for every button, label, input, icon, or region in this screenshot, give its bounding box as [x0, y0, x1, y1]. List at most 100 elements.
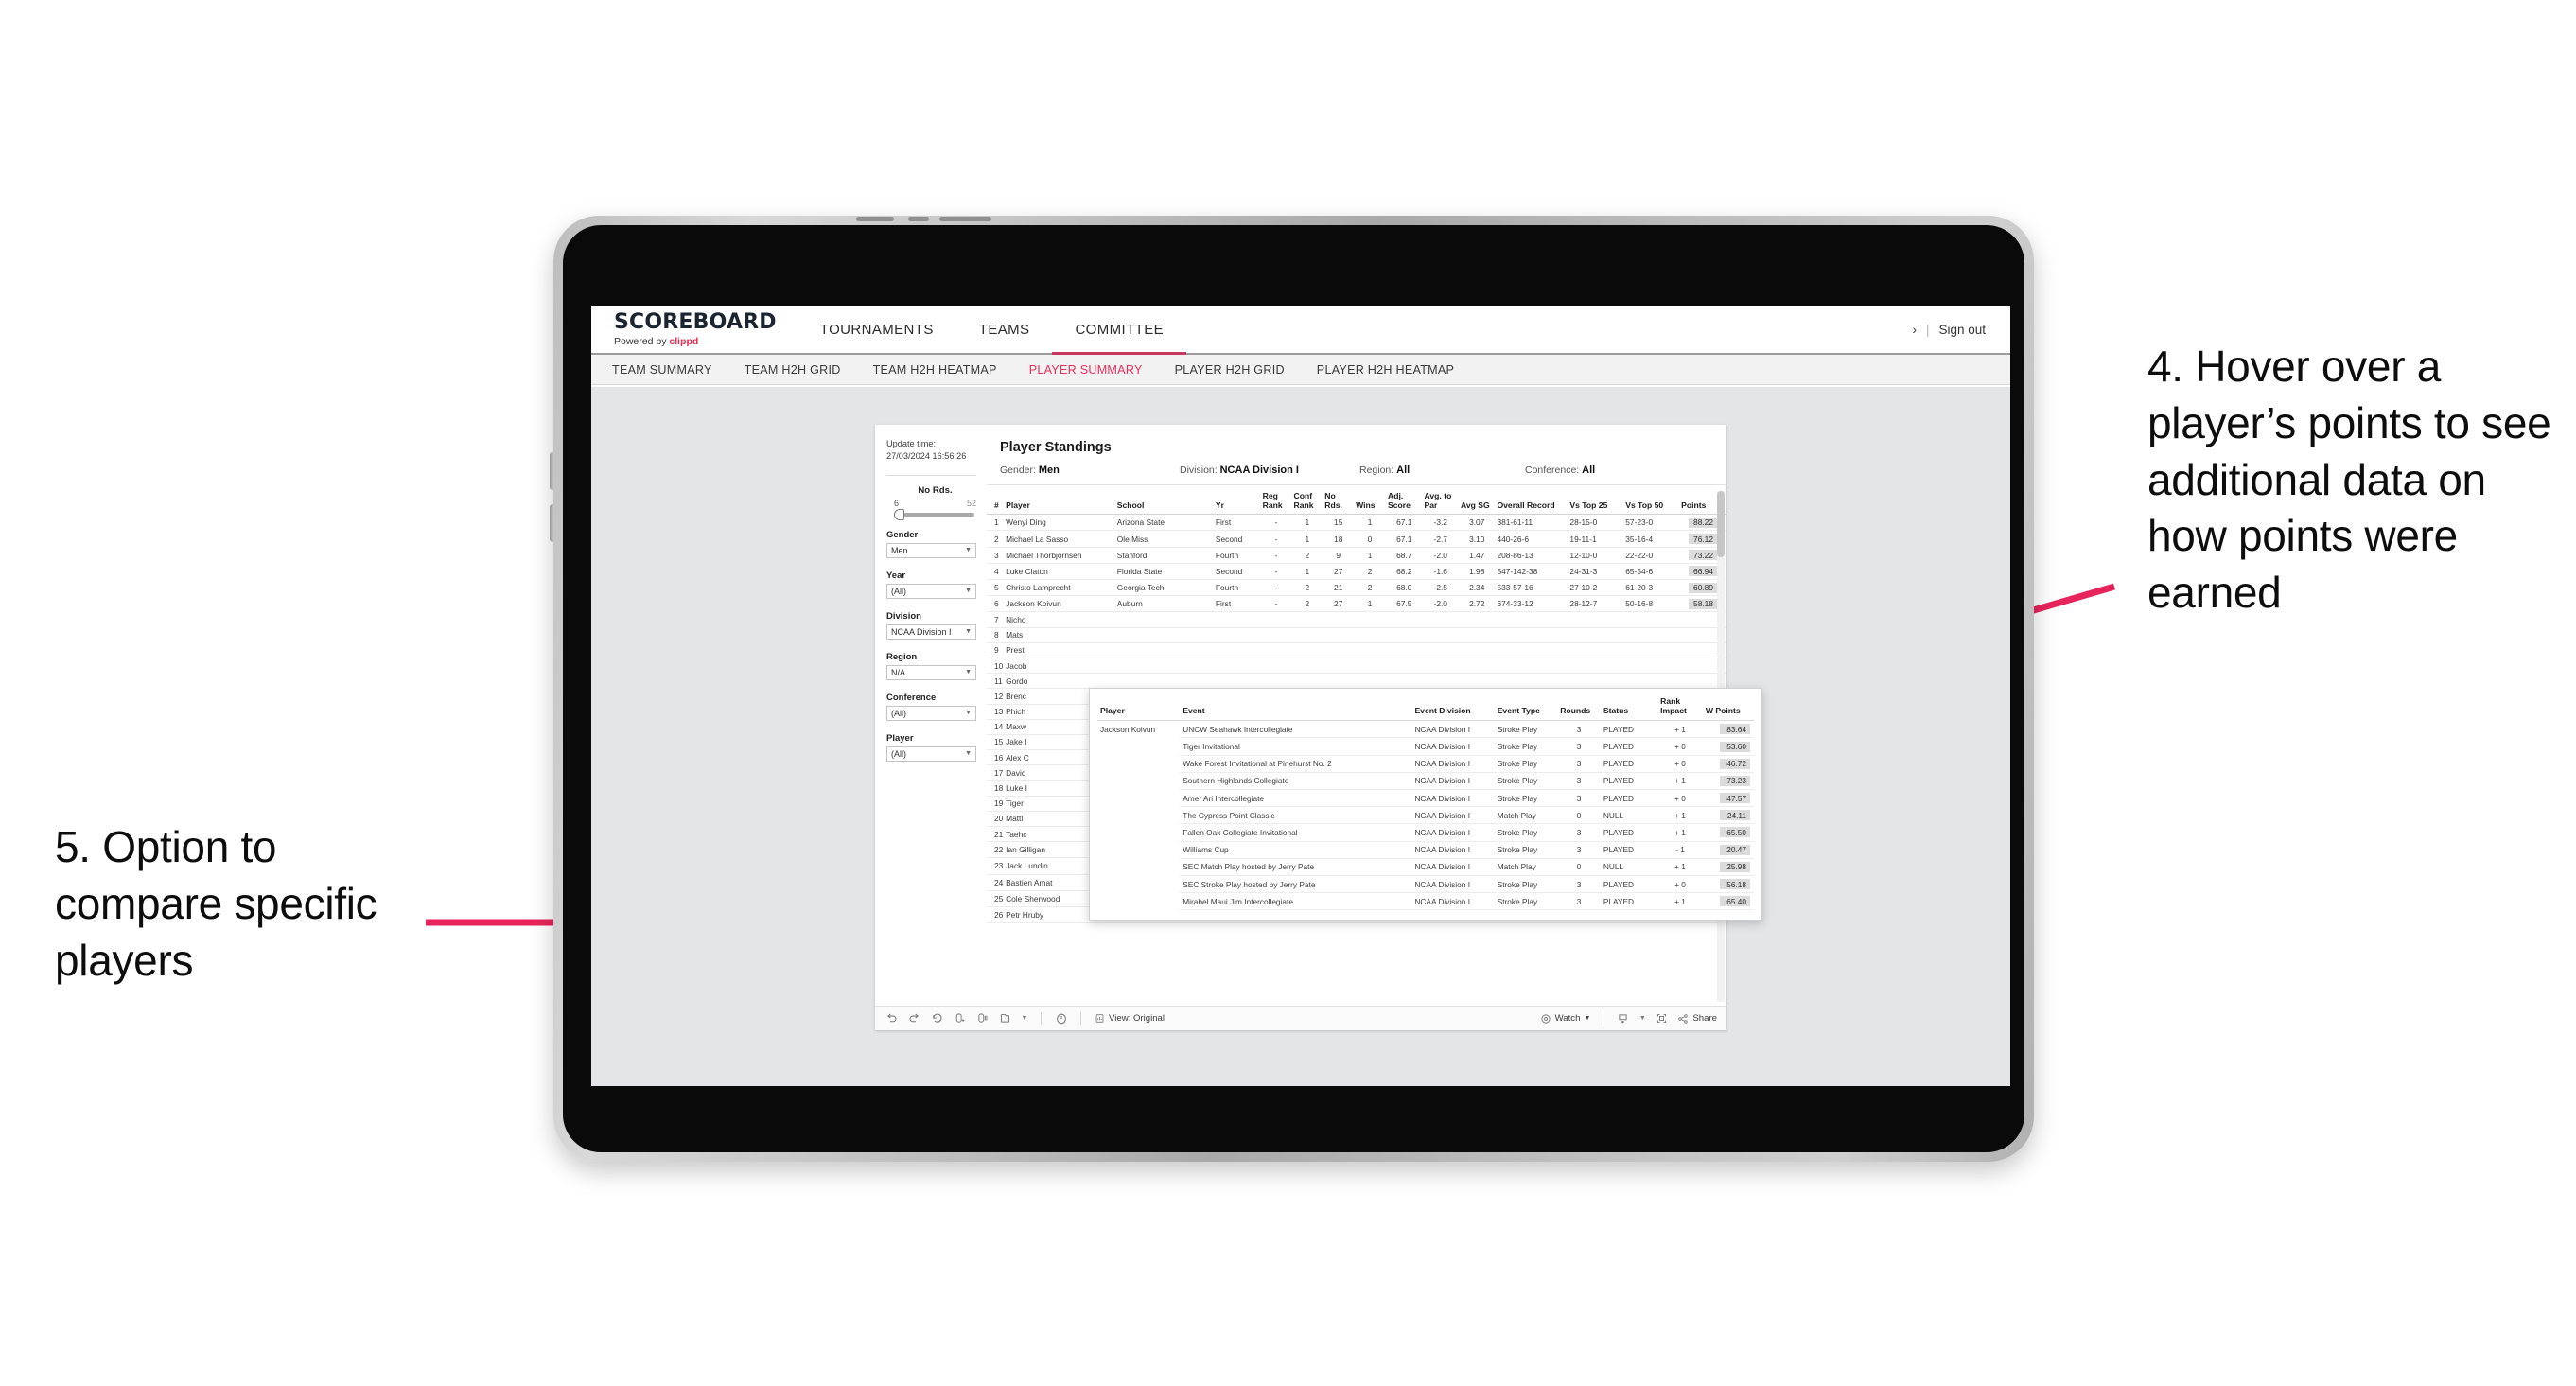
points-pill[interactable]: 58.18: [1689, 598, 1717, 609]
tip-col-rounds: Rounds: [1557, 694, 1601, 722]
tooltip-row: Williams Cup NCAA Division I Stroke Play 3 P…: [1097, 841, 1754, 859]
col-school[interactable]: School: [1114, 489, 1214, 516]
tooltip-cell-type: Stroke Play: [1494, 755, 1558, 773]
tooltip-cell-status: PLAYED: [1600, 841, 1658, 859]
tooltip-cell-event: Williams Cup: [1180, 841, 1412, 859]
table-row[interactable]: 11 Gordo: [987, 673, 1726, 690]
tooltip-row: Fallen Oak Collegiate Invitational NCAA D…: [1097, 823, 1754, 842]
refresh-data-icon[interactable]: [953, 1011, 967, 1026]
cell-player: Jacob: [1004, 658, 1115, 675]
pause-auto-updates-icon[interactable]: [975, 1011, 990, 1026]
table-row[interactable]: 2 Michael La Sasso Ole Miss Second -1 18 0 67.1…: [987, 530, 1726, 548]
topnav-item-committee[interactable]: COMMITTEE: [1052, 306, 1186, 355]
table-row[interactable]: 4 Luke Claton Florida State Second -1 27 2 68.2…: [987, 563, 1726, 581]
col-reg-rank[interactable]: Reg Rank: [1260, 489, 1292, 516]
download-caret-icon[interactable]: ▼: [1638, 1011, 1646, 1026]
user-initial[interactable]: ›: [1912, 323, 1917, 337]
undo-icon[interactable]: [885, 1011, 899, 1026]
col-overall-rec[interactable]: Overall Record: [1495, 489, 1568, 516]
col-avg-sg[interactable]: Avg SG: [1458, 489, 1496, 516]
col-player[interactable]: Player: [1004, 489, 1115, 516]
table-row[interactable]: 10 Jacob: [987, 658, 1726, 675]
table-row[interactable]: 7 Nicho: [987, 611, 1726, 628]
cell-rank: 20: [987, 811, 1005, 828]
cell-adj-score: 68.0: [1386, 579, 1423, 597]
no-rounds-slider-values: 6 52: [894, 499, 976, 508]
revert-icon[interactable]: [930, 1011, 944, 1026]
filters-sidebar: Update time: 27/03/2024 16:56:26 No Rds.…: [875, 425, 987, 1006]
tooltip-row: Mirabel Maui Jim Intercollegiate NCAA Div…: [1097, 892, 1754, 911]
subnav-item-player-summary[interactable]: PLAYER SUMMARY: [1029, 363, 1143, 377]
points-pill[interactable]: 88.22: [1689, 517, 1717, 528]
col-rank[interactable]: #: [987, 489, 1005, 516]
filter-conference-select[interactable]: (All) ▼: [886, 705, 976, 721]
custom-views-caret-icon[interactable]: ▼: [1021, 1011, 1028, 1026]
col-yr[interactable]: Yr: [1213, 489, 1261, 516]
cell-vs-top-50: [1623, 642, 1680, 658]
table-row[interactable]: 8 Mats: [987, 627, 1726, 643]
tooltip-cell-rounds: 3: [1557, 841, 1601, 859]
col-avg-to-par[interactable]: Avg. to Par: [1422, 489, 1459, 516]
sign-out-link[interactable]: Sign out: [1938, 323, 1986, 337]
pause-clock-icon[interactable]: [1054, 1011, 1068, 1026]
tooltip-cell-w-points: 65.50: [1702, 823, 1754, 842]
tooltip-cell-player: [1097, 790, 1180, 807]
no-rounds-slider-thumb[interactable]: [894, 508, 904, 520]
table-row[interactable]: 5 Christo Lamprecht Georgia Tech Fourth -2 21…: [987, 579, 1726, 597]
subnav-item-player-h2h-heatmap[interactable]: PLAYER H2H HEATMAP: [1317, 363, 1454, 377]
col-adj-score[interactable]: Adj. Score: [1386, 489, 1423, 516]
custom-views-icon[interactable]: [998, 1011, 1012, 1026]
cell-no-rds: [1323, 611, 1355, 628]
table-row[interactable]: 9 Prest: [987, 642, 1726, 658]
cell-avg-sg: [1458, 658, 1496, 675]
cell-school: Georgia Tech: [1114, 579, 1214, 597]
col-conf-rank[interactable]: Conf Rank: [1291, 489, 1323, 516]
col-wins[interactable]: Wins: [1354, 489, 1387, 516]
view-original-button[interactable]: View: Original: [1094, 1011, 1165, 1026]
cell-wins: 1: [1354, 547, 1387, 564]
table-row[interactable]: 6 Jackson Koivun Auburn First -2 27 1 67.5 -2.0 2…: [987, 595, 1726, 613]
filter-year-select[interactable]: (All) ▼: [886, 583, 976, 599]
subnav-item-team-h2h-grid[interactable]: TEAM H2H GRID: [745, 363, 841, 377]
brand-logo[interactable]: SCOREBOARD Powered by clippd: [591, 306, 797, 353]
cell-vs-top-50: 65-54-6: [1623, 563, 1680, 581]
tooltip-cell-w-points: 46.72: [1702, 755, 1754, 773]
col-no-rds[interactable]: No Rds.: [1323, 489, 1355, 516]
filter-division-select[interactable]: NCAA Division I ▼: [886, 623, 976, 640]
cell-avg-to-par: [1422, 658, 1459, 675]
subnav-item-player-h2h-grid[interactable]: PLAYER H2H GRID: [1175, 363, 1285, 377]
update-time-label: Update time:: [886, 439, 937, 448]
points-pill[interactable]: 60.89: [1689, 582, 1717, 593]
download-icon[interactable]: [1616, 1011, 1630, 1026]
tooltip-cell-impact: + 0: [1657, 789, 1703, 808]
filter-gender-select[interactable]: Men ▼: [886, 542, 976, 558]
brand-title: SCOREBOARD: [614, 309, 777, 334]
filter-player-select[interactable]: (All) ▼: [886, 746, 976, 762]
col-vs-top-25[interactable]: Vs Top 25: [1568, 489, 1624, 516]
subnav-item-team-h2h-heatmap[interactable]: TEAM H2H HEATMAP: [873, 363, 997, 377]
table-row[interactable]: 1 Wenyi Ding Arizona State First -1 15 1 67.1 -3…: [987, 514, 1726, 532]
cell-rank: 16: [987, 749, 1005, 766]
filter-region-select[interactable]: N/A ▼: [886, 664, 976, 680]
standings-scrollbar-thumb[interactable]: [1717, 491, 1725, 557]
tablet-sensor: [939, 217, 991, 221]
cell-reg-rank: -: [1260, 514, 1292, 532]
tooltip-cell-division: NCAA Division I: [1411, 823, 1495, 842]
cell-yr: Fourth: [1213, 579, 1261, 597]
tooltip-table-body: Jackson Koivun UNCW Seahawk Intercollegia…: [1097, 720, 1754, 911]
watch-button[interactable]: Watch ▼: [1540, 1011, 1590, 1026]
table-row[interactable]: 3 Michael Thorbjornsen Stanford Fourth -2 9 1 6…: [987, 547, 1726, 564]
no-rounds-slider-track[interactable]: [894, 508, 974, 520]
col-vs-top-50[interactable]: Vs Top 50: [1623, 489, 1680, 516]
points-pill[interactable]: 73.22: [1689, 550, 1717, 561]
share-button[interactable]: Share: [1677, 1011, 1717, 1026]
redo-icon[interactable]: [907, 1011, 921, 1026]
topnav-item-teams[interactable]: TEAMS: [956, 306, 1053, 353]
cell-vs-top-25: 19-11-1: [1568, 530, 1624, 548]
subnav-item-team-summary[interactable]: TEAM SUMMARY: [612, 363, 712, 377]
points-pill[interactable]: 66.94: [1689, 566, 1717, 577]
full-screen-icon[interactable]: [1655, 1011, 1669, 1026]
tooltip-cell-division: NCAA Division I: [1411, 772, 1495, 791]
topnav-item-tournaments[interactable]: TOURNAMENTS: [797, 306, 956, 353]
points-pill[interactable]: 76.12: [1689, 534, 1717, 545]
